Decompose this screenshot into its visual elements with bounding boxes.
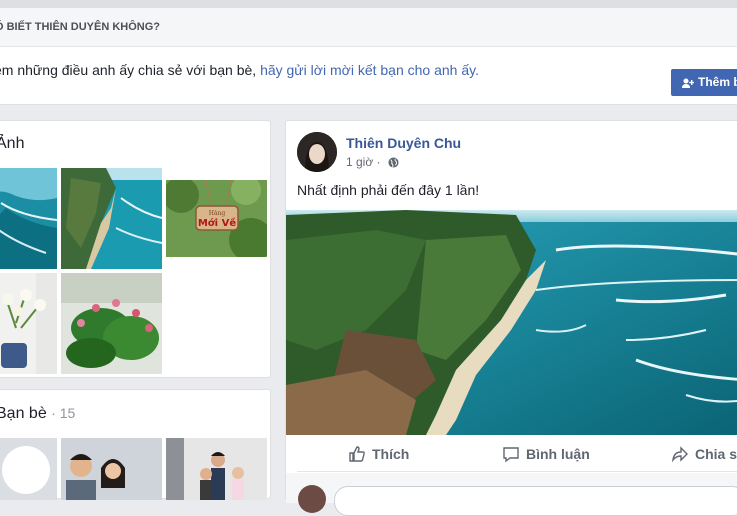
do-you-know-box: Ó BIẾT THIÊN DUYÊN KHÔNG? em những điều … [0, 8, 737, 105]
add-friend-button[interactable]: Thêm b [671, 69, 737, 96]
actions-divider [297, 471, 737, 472]
cliff-photo [61, 168, 162, 269]
globe-icon[interactable] [388, 157, 399, 168]
photo-thumb-5[interactable] [61, 273, 162, 374]
sign-line-1: Hàng [209, 210, 226, 217]
post-card: Thiên Duyên Chu 1 giờ · Nhất định phải đ… [285, 120, 737, 516]
sea-photo-1 [0, 168, 57, 269]
share-label: Chia sẻ [695, 446, 737, 462]
flower-photo-2 [61, 273, 162, 374]
comment-row [286, 473, 737, 516]
post-meta: 1 giờ · [346, 155, 399, 169]
cliff-sea-photo [286, 210, 737, 435]
friends-header: Bạn bè · 15 [0, 405, 75, 423]
friends-title[interactable]: Bạn bè [0, 405, 47, 422]
thumbs-up-icon [349, 446, 365, 462]
send-friend-request-link[interactable]: hãy gửi lời mời kết bạn cho anh ấy. [260, 62, 479, 78]
do-you-know-description: em những điều anh ấy chia sẻ với bạn bè, [0, 62, 257, 78]
post-text: Nhất định phải đến đây 1 lần! [297, 182, 480, 198]
photos-title[interactable]: Ảnh [0, 135, 24, 153]
comment-button[interactable]: Bình luận [502, 445, 590, 467]
author-face [297, 132, 337, 172]
add-friend-label: Thêm b [698, 75, 737, 89]
post-photo[interactable] [286, 210, 737, 435]
share-button[interactable]: Chia sẻ [671, 445, 737, 467]
post-author[interactable]: Thiên Duyên Chu [346, 135, 461, 151]
photos-card: Ảnh Hàng Mới Về [0, 120, 271, 378]
do-you-know-text: em những điều anh ấy chia sẻ với bạn bè,… [0, 62, 479, 78]
sign-line-2: Mới Về [198, 216, 236, 229]
like-button[interactable]: Thích [348, 445, 409, 467]
friends-count: · 15 [51, 405, 76, 421]
author-avatar[interactable] [297, 132, 337, 172]
post-time[interactable]: 1 giờ [346, 155, 373, 169]
commenter-avatar [298, 485, 326, 513]
comment-label: Bình luận [526, 446, 590, 462]
photo-thumb-3[interactable]: Hàng Mới Về [166, 180, 267, 257]
add-friend-icon [682, 78, 695, 88]
sign-photo: Hàng Mới Về [166, 180, 267, 257]
photo-thumb-1[interactable] [0, 168, 57, 269]
photo-thumb-2[interactable] [61, 168, 162, 269]
comment-icon [503, 447, 519, 463]
photo-thumb-4[interactable] [0, 273, 57, 374]
friends-card: Bạn bè · 15 [0, 389, 271, 500]
like-label: Thích [372, 446, 410, 462]
flower-photo-1 [0, 273, 57, 374]
do-you-know-title: Ó BIẾT THIÊN DUYÊN KHÔNG? [0, 8, 737, 47]
top-border [0, 0, 737, 8]
share-icon [671, 446, 688, 463]
